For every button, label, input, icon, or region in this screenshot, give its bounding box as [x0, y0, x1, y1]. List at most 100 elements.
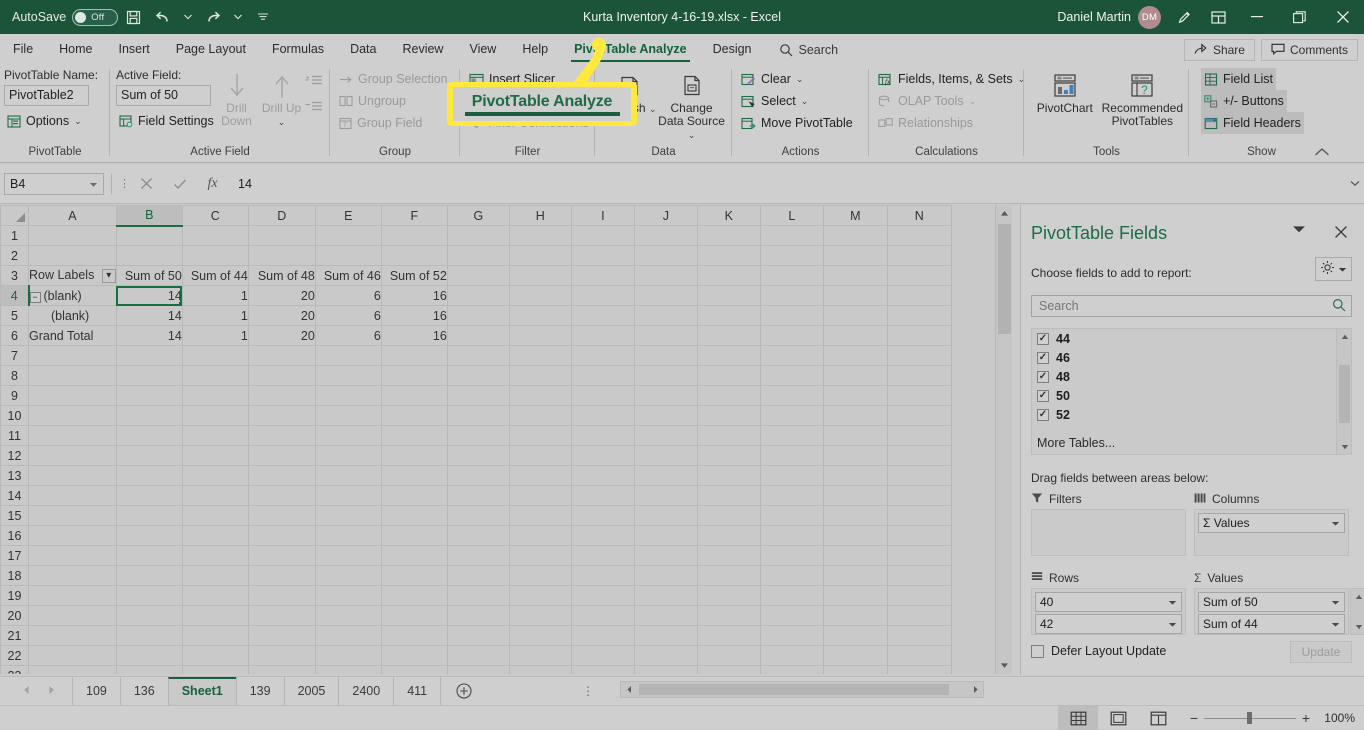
normal-view-icon[interactable]	[1058, 706, 1098, 730]
drill-down-button[interactable]: Drill Down	[214, 68, 259, 128]
row-header-9[interactable]: 9	[1, 386, 29, 406]
tab-insert[interactable]: Insert	[106, 36, 163, 63]
more-tables-link[interactable]: More Tables...	[1037, 436, 1115, 450]
search-input[interactable]	[1037, 298, 1332, 314]
tab-review[interactable]: Review	[389, 36, 456, 63]
tab-page-layout[interactable]: Page Layout	[163, 36, 259, 63]
checkbox[interactable]	[1031, 645, 1044, 658]
formula-input[interactable]: 14	[232, 172, 1344, 196]
cell-e4[interactable]: 6	[315, 286, 381, 306]
search-icon[interactable]	[1332, 298, 1346, 315]
search-box[interactable]: Search	[779, 36, 839, 63]
values-drop-zone[interactable]: Sum of 50 Sum of 44	[1194, 588, 1349, 635]
chevron-down-icon[interactable]	[1168, 595, 1177, 609]
name-box[interactable]: B4	[4, 173, 104, 195]
cell-d4[interactable]: 20	[248, 286, 315, 306]
tab-design[interactable]: Design	[700, 36, 765, 63]
relationships-button[interactable]: Relationships	[875, 112, 976, 134]
cell-e6[interactable]: 6	[315, 326, 381, 346]
rows-chip-40[interactable]: 40	[1035, 592, 1182, 612]
column-header-b[interactable]: B	[116, 206, 182, 226]
customize-quick-access-icon[interactable]	[248, 4, 278, 30]
row-header-3[interactable]: 3	[1, 266, 29, 286]
sheet-tab-139[interactable]: 139	[236, 677, 284, 705]
sheet-tab-411[interactable]: 411	[393, 677, 441, 705]
move-pivottable-button[interactable]: Move PivotTable	[738, 112, 856, 134]
scroll-down-icon[interactable]	[996, 657, 1013, 674]
redo-icon[interactable]	[198, 4, 228, 30]
row-header-22[interactable]: 22	[1, 646, 29, 666]
active-field-input[interactable]: Sum of 50	[116, 85, 211, 106]
update-button[interactable]: Update	[1290, 641, 1352, 663]
change-data-source-button[interactable]: Change Data Source ⌄	[657, 68, 726, 141]
zoom-control[interactable]: − +	[1178, 711, 1322, 725]
column-header-f[interactable]: F	[381, 206, 447, 226]
columns-drop-zone[interactable]: Σ Values	[1194, 509, 1349, 556]
defer-layout-update[interactable]: Defer Layout Update	[1031, 644, 1166, 658]
zoom-level-label[interactable]: 100%	[1322, 711, 1364, 725]
sheet-tab-136[interactable]: 136	[120, 677, 168, 705]
row-header-12[interactable]: 12	[1, 446, 29, 466]
pivot-row-label-blank-child[interactable]: (blank)	[29, 306, 117, 326]
field-item-48[interactable]: ✓ 48	[1032, 367, 1351, 386]
sheet-bar-grip[interactable]: ⋮	[582, 684, 596, 698]
values-area[interactable]: Σ Values Sum of 50 Sum of 44	[1194, 569, 1349, 635]
row-header-1[interactable]: 1	[1, 226, 29, 246]
column-header-h[interactable]: H	[509, 206, 571, 226]
cell-c6[interactable]: 1	[182, 326, 248, 346]
columns-area[interactable]: Columns Σ Values	[1194, 490, 1349, 556]
field-item-50[interactable]: ✓ 50	[1032, 386, 1351, 405]
values-chip-sum-of-44[interactable]: Sum of 44	[1198, 614, 1345, 634]
row-header-5[interactable]: 5	[1, 306, 29, 326]
chevron-down-icon[interactable]	[1331, 516, 1340, 530]
pivot-row-labels-header[interactable]: Row Labels ▾	[29, 266, 117, 286]
column-header-i[interactable]: I	[571, 206, 634, 226]
share-button[interactable]: Share	[1184, 39, 1255, 61]
scroll-up-icon[interactable]	[996, 205, 1013, 222]
zoom-slider[interactable]	[1204, 712, 1296, 724]
chevron-down-icon[interactable]	[1168, 617, 1177, 631]
expand-formula-bar-icon[interactable]	[1346, 180, 1364, 187]
save-icon[interactable]	[118, 4, 148, 30]
cell-f6[interactable]: 16	[381, 326, 447, 346]
row-header-14[interactable]: 14	[1, 486, 29, 506]
cell-d6[interactable]: 20	[248, 326, 315, 346]
field-headers-toggle[interactable]: Field Headers	[1201, 112, 1304, 134]
pivot-grand-total-label[interactable]: Grand Total	[29, 326, 117, 346]
filters-area[interactable]: Filters	[1031, 490, 1186, 556]
collapse-ribbon-icon[interactable]	[1314, 146, 1330, 160]
pane-options-icon[interactable]	[1292, 225, 1306, 234]
tab-formulas[interactable]: Formulas	[259, 36, 337, 63]
checkbox[interactable]: ✓	[1037, 390, 1049, 402]
row-header-19[interactable]: 19	[1, 586, 29, 606]
undo-icon[interactable]	[148, 4, 178, 30]
formula-bar-grip[interactable]: ⋮	[119, 180, 130, 188]
autosave-toggle[interactable]: Off	[72, 9, 118, 26]
undo-dropdown-icon[interactable]	[178, 4, 198, 30]
worksheet-grid[interactable]: A B C D E F G H I J K L M N	[0, 205, 1012, 674]
tab-file[interactable]: File	[0, 36, 46, 63]
chevron-down-icon[interactable]	[1331, 595, 1340, 609]
grid-vertical-scrollbar[interactable]	[995, 205, 1012, 674]
filters-drop-zone[interactable]	[1031, 509, 1186, 556]
options-button[interactable]: Options ⌄	[4, 110, 85, 132]
close-icon[interactable]	[1334, 225, 1348, 239]
checkbox[interactable]: ✓	[1037, 333, 1049, 345]
scroll-down-icon[interactable]	[1337, 439, 1352, 454]
column-header-m[interactable]: M	[823, 206, 887, 226]
column-header-a[interactable]: A	[29, 206, 117, 226]
column-header-g[interactable]: G	[447, 206, 509, 226]
row-header-20[interactable]: 20	[1, 606, 29, 626]
comments-button[interactable]: Comments	[1261, 39, 1358, 61]
row-header-6[interactable]: 6	[1, 326, 29, 346]
ungroup-button[interactable]: Ungroup	[336, 90, 409, 112]
column-header-c[interactable]: C	[182, 206, 248, 226]
sheet-tab-2005[interactable]: 2005	[284, 677, 339, 705]
pane-search-box[interactable]	[1031, 295, 1352, 317]
cell-b6[interactable]: 14	[116, 326, 182, 346]
cell-e5[interactable]: 6	[315, 306, 381, 326]
row-header-13[interactable]: 13	[1, 466, 29, 486]
zoom-in-button[interactable]: +	[1296, 711, 1316, 725]
insert-function-icon[interactable]: fx	[196, 172, 229, 196]
prev-sheet-icon[interactable]	[22, 684, 31, 698]
